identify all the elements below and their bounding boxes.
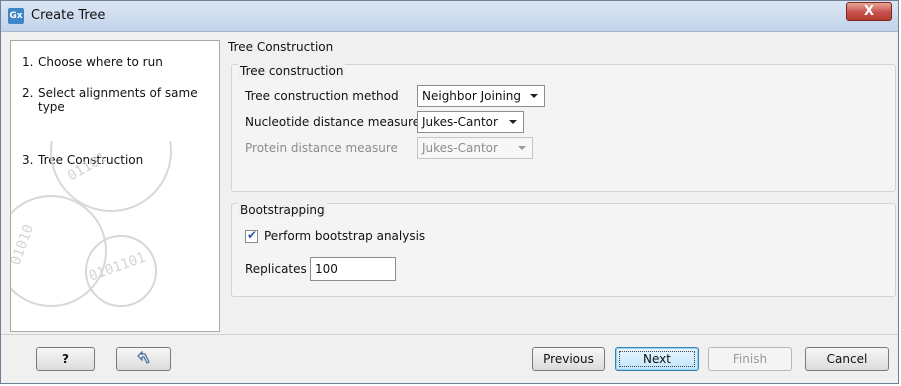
- reset-button[interactable]: [116, 347, 171, 371]
- step-select-alignments: 2. Select alignments of same type: [22, 86, 208, 114]
- tree-method-select[interactable]: Neighbor Joining: [417, 85, 545, 107]
- group-title: Tree construction: [238, 64, 346, 78]
- replicates-input[interactable]: 100: [310, 257, 396, 281]
- tree-method-value: Neighbor Joining: [422, 89, 521, 103]
- close-icon: X: [863, 4, 875, 19]
- bootstrapping-group: Bootstrapping ✔ Perform bootstrap analys…: [231, 203, 896, 297]
- protein-distance-label: Protein distance measure: [245, 141, 398, 155]
- tree-construction-page: Tree Construction Tree construction Tree…: [224, 40, 896, 332]
- nucleotide-distance-label: Nucleotide distance measure: [245, 115, 421, 129]
- step-label: Choose where to run: [38, 55, 163, 69]
- step-choose-where-to-run: 1. Choose where to run: [22, 55, 163, 69]
- binary-gears-watermark-icon: 01101 01010 0101101: [11, 141, 172, 307]
- tree-construction-group: Tree construction Tree construction meth…: [231, 64, 896, 192]
- title-bar[interactable]: Gx Create Tree X: [1, 1, 898, 32]
- create-tree-dialog: Gx Create Tree X 1. Choose where to run 2…: [0, 0, 899, 384]
- svg-text:01101: 01101: [65, 150, 110, 185]
- footer-divider: [1, 334, 898, 335]
- svg-text:01010: 01010: [11, 222, 37, 267]
- wizard-steps-panel: 1. Choose where to run 2. Select alignment…: [10, 40, 220, 332]
- chevron-down-icon: [509, 120, 517, 124]
- window-title: Create Tree: [31, 8, 106, 23]
- help-button[interactable]: ?: [36, 347, 95, 371]
- svg-text:0101101: 0101101: [87, 250, 148, 285]
- chevron-down-icon: [518, 146, 526, 150]
- step-label: Select alignments of same type: [38, 86, 198, 114]
- method-label: Tree construction method: [245, 89, 399, 103]
- page-title: Tree Construction: [228, 40, 334, 54]
- close-button[interactable]: X: [846, 2, 892, 21]
- nucleotide-distance-select[interactable]: Jukes-Cantor: [417, 111, 524, 133]
- finish-button: Finish: [708, 347, 792, 371]
- bootstrap-checkbox-label[interactable]: Perform bootstrap analysis: [264, 229, 425, 243]
- bootstrap-checkbox[interactable]: ✔: [245, 228, 258, 243]
- focus-ring: [619, 351, 695, 367]
- undo-arrow-icon: [136, 350, 150, 364]
- cancel-button[interactable]: Cancel: [805, 347, 889, 371]
- chevron-down-icon: [530, 94, 538, 98]
- protein-distance-select: Jukes-Cantor: [417, 137, 533, 159]
- next-button[interactable]: Next: [615, 347, 699, 371]
- checkmark-icon: ✔: [247, 228, 258, 242]
- nucleotide-distance-value: Jukes-Cantor: [422, 115, 498, 129]
- step-number: 1.: [22, 55, 34, 69]
- group-title: Bootstrapping: [238, 203, 327, 217]
- replicates-label: Replicates: [245, 262, 307, 276]
- app-icon: Gx: [8, 8, 24, 24]
- previous-button[interactable]: Previous: [532, 347, 605, 371]
- protein-distance-value: Jukes-Cantor: [422, 141, 498, 155]
- step-number: 2.: [22, 86, 34, 100]
